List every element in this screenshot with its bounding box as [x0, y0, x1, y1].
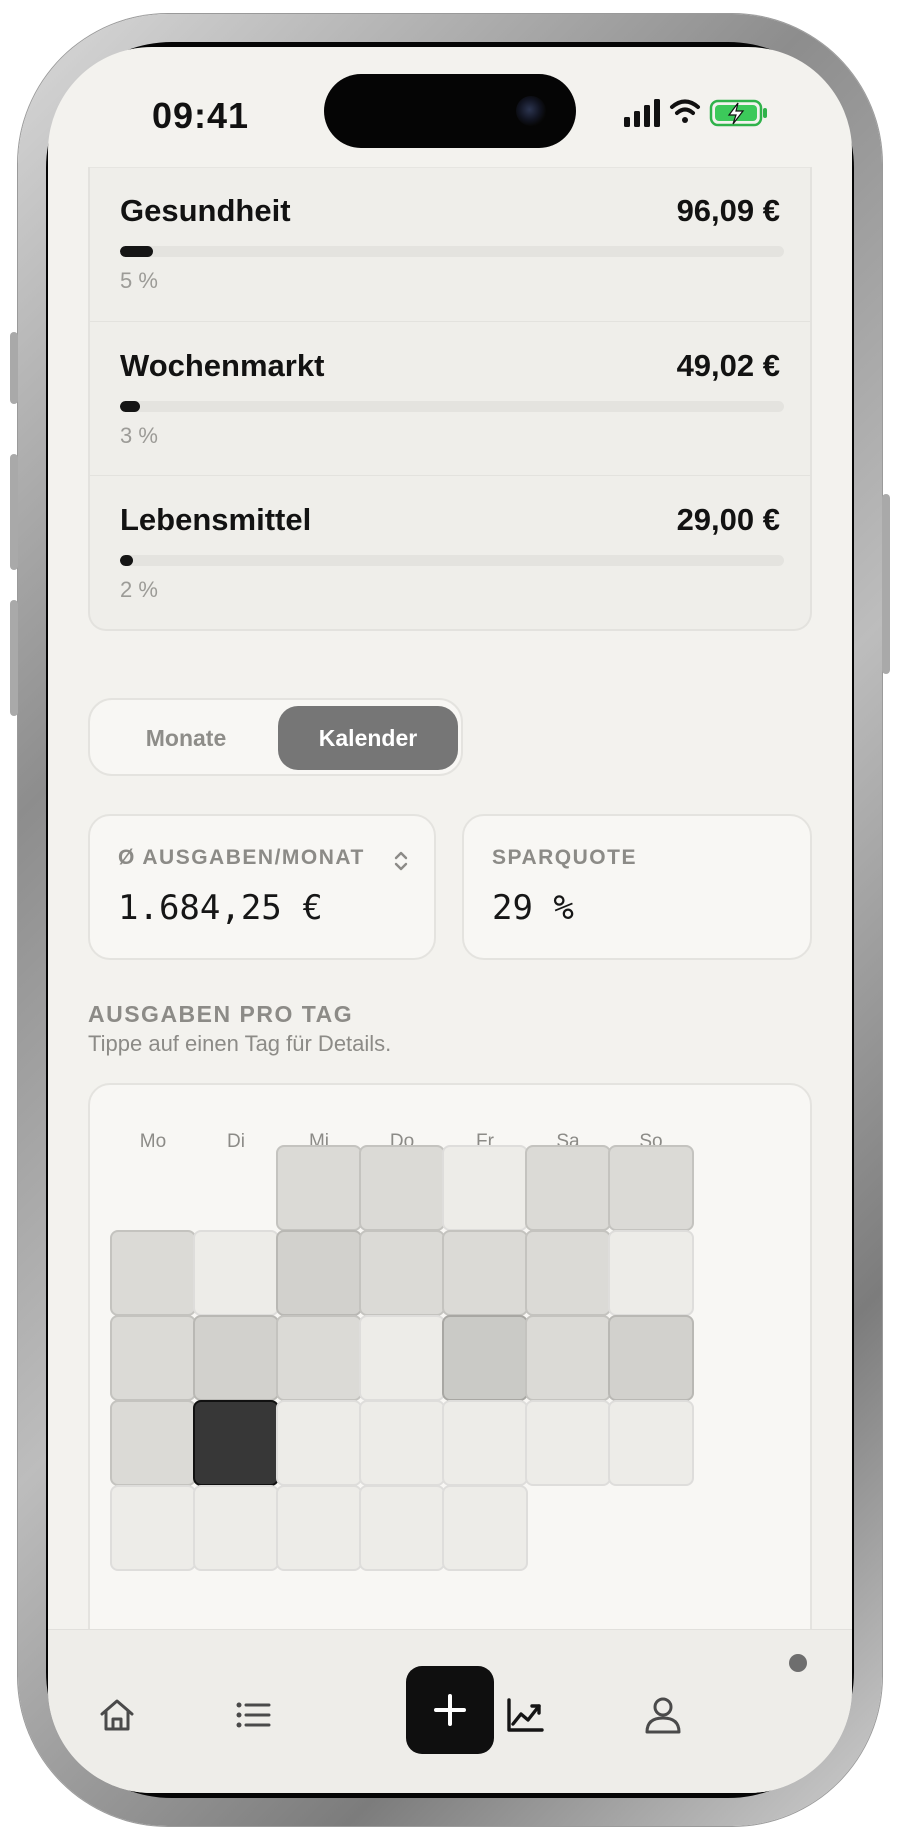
- profile-icon[interactable]: [642, 1694, 684, 1736]
- calendar-day-cell[interactable]: [525, 1145, 611, 1231]
- calendar-day-cell[interactable]: [608, 1400, 694, 1486]
- calendar-day-cell[interactable]: [110, 1400, 196, 1486]
- calendar-day-cell[interactable]: [193, 1230, 279, 1316]
- calendar-day-cell[interactable]: [608, 1145, 694, 1231]
- category-progress-track: [120, 401, 784, 412]
- calendar-day-cell[interactable]: [110, 1315, 196, 1401]
- action-button: [10, 332, 18, 404]
- segment-calendar-button[interactable]: Kalender: [278, 706, 458, 770]
- weekday-label: Di: [227, 1131, 245, 1152]
- calendar-day-cell[interactable]: [276, 1485, 362, 1571]
- category-name: Wochenmarkt: [120, 348, 325, 383]
- category-progress-track: [120, 555, 784, 566]
- calendar-day-cell[interactable]: [442, 1400, 528, 1486]
- calendar-day-cell[interactable]: [193, 1485, 279, 1571]
- list-icon[interactable]: [232, 1694, 274, 1736]
- avg-spending-value: 1.684,25 €: [118, 888, 323, 928]
- camera-icon: [516, 96, 546, 126]
- calendar-day-cell[interactable]: [525, 1315, 611, 1401]
- category-name: Gesundheit: [120, 193, 291, 228]
- category-amount: 49,02 €: [676, 348, 780, 383]
- sort-toggle-icon[interactable]: [393, 850, 409, 872]
- calendar-day-cell[interactable]: [110, 1230, 196, 1316]
- plus-icon: [434, 1694, 466, 1726]
- calendar-day-cell[interactable]: [525, 1230, 611, 1316]
- notification-dot: [789, 1654, 807, 1672]
- calendar-day-cell[interactable]: [608, 1230, 694, 1316]
- calendar-day-cell[interactable]: [442, 1485, 528, 1571]
- category-percent: 5 %: [120, 268, 158, 293]
- calendar-day-cell[interactable]: [276, 1145, 362, 1231]
- category-row-gesundheit[interactable]: Gesundheit 96,09 € 5 %: [90, 167, 810, 323]
- category-progress-track: [120, 246, 784, 257]
- savings-rate-label: SPARQUOTE: [492, 846, 637, 869]
- spending-calendar: Mo Di Mi Do Fr Sa So: [88, 1083, 812, 1683]
- app-screen: 09:41 Gesundheit 96,09 € 5 % Wochenmarkt…: [48, 47, 852, 1793]
- volume-down-button: [10, 600, 18, 716]
- calendar-day-cell[interactable]: [193, 1315, 279, 1401]
- calendar-day-cell[interactable]: [359, 1485, 445, 1571]
- wifi-icon: [670, 99, 700, 123]
- category-percent: 2 %: [120, 577, 158, 602]
- calendar-day-cell[interactable]: [276, 1315, 362, 1401]
- status-time: 09:41: [152, 95, 250, 136]
- add-transaction-button[interactable]: [406, 1666, 494, 1754]
- calendar-day-cell[interactable]: [359, 1145, 445, 1231]
- power-button: [882, 494, 890, 674]
- calendar-day-cell[interactable]: [193, 1400, 279, 1486]
- category-progress-fill: [120, 555, 134, 566]
- calendar-day-cell[interactable]: [442, 1230, 528, 1316]
- calendar-day-cell[interactable]: [276, 1400, 362, 1486]
- avg-spending-card[interactable]: Ø AUSGABEN/MONAT 1.684,25 €: [88, 814, 436, 960]
- weekday-label: Mo: [139, 1131, 167, 1152]
- calendar-day-cell[interactable]: [110, 1485, 196, 1571]
- savings-rate-value: 29 %: [492, 888, 574, 928]
- bottom-tab-bar: [48, 1629, 852, 1793]
- calendar-day-cell[interactable]: [359, 1400, 445, 1486]
- category-row-lebensmittel[interactable]: Lebensmittel 29,00 € 2 %: [90, 475, 810, 631]
- calendar-day-cell[interactable]: [442, 1145, 528, 1231]
- category-percent: 3 %: [120, 423, 158, 448]
- dynamic-island: [324, 74, 576, 148]
- avg-spending-label: Ø AUSGABEN/MONAT: [118, 846, 365, 869]
- category-amount: 96,09 €: [676, 193, 780, 228]
- calendar-day-cell[interactable]: [525, 1400, 611, 1486]
- calendar-day-cell[interactable]: [608, 1315, 694, 1401]
- chart-icon[interactable]: [504, 1694, 546, 1736]
- calendar-day-cell[interactable]: [359, 1230, 445, 1316]
- volume-up-button: [10, 454, 18, 570]
- savings-rate-card: SPARQUOTE 29 %: [462, 814, 812, 960]
- calendar-day-cell[interactable]: [359, 1315, 445, 1401]
- calendar-day-cell[interactable]: [276, 1230, 362, 1316]
- category-name: Lebensmittel: [120, 502, 312, 537]
- view-segmented-control: Monate Kalender: [88, 698, 463, 776]
- category-progress-fill: [120, 401, 140, 412]
- category-breakdown-card: Gesundheit 96,09 € 5 % Wochenmarkt 49,02…: [88, 167, 812, 631]
- cellular-signal-icon: [624, 99, 660, 127]
- segment-months-button[interactable]: Monate: [96, 706, 276, 770]
- home-icon[interactable]: [96, 1694, 138, 1736]
- category-progress-fill: [120, 246, 154, 257]
- status-icons: [624, 99, 767, 127]
- daily-spending-title: AUSGABEN PRO TAG: [88, 1001, 354, 1027]
- calendar-day-cell[interactable]: [442, 1315, 528, 1401]
- category-row-wochenmarkt[interactable]: Wochenmarkt 49,02 € 3 %: [90, 321, 810, 477]
- daily-spending-subtitle: Tippe auf einen Tag für Details.: [88, 1031, 392, 1056]
- battery-charging-icon: [709, 99, 767, 127]
- category-amount: 29,00 €: [676, 502, 780, 537]
